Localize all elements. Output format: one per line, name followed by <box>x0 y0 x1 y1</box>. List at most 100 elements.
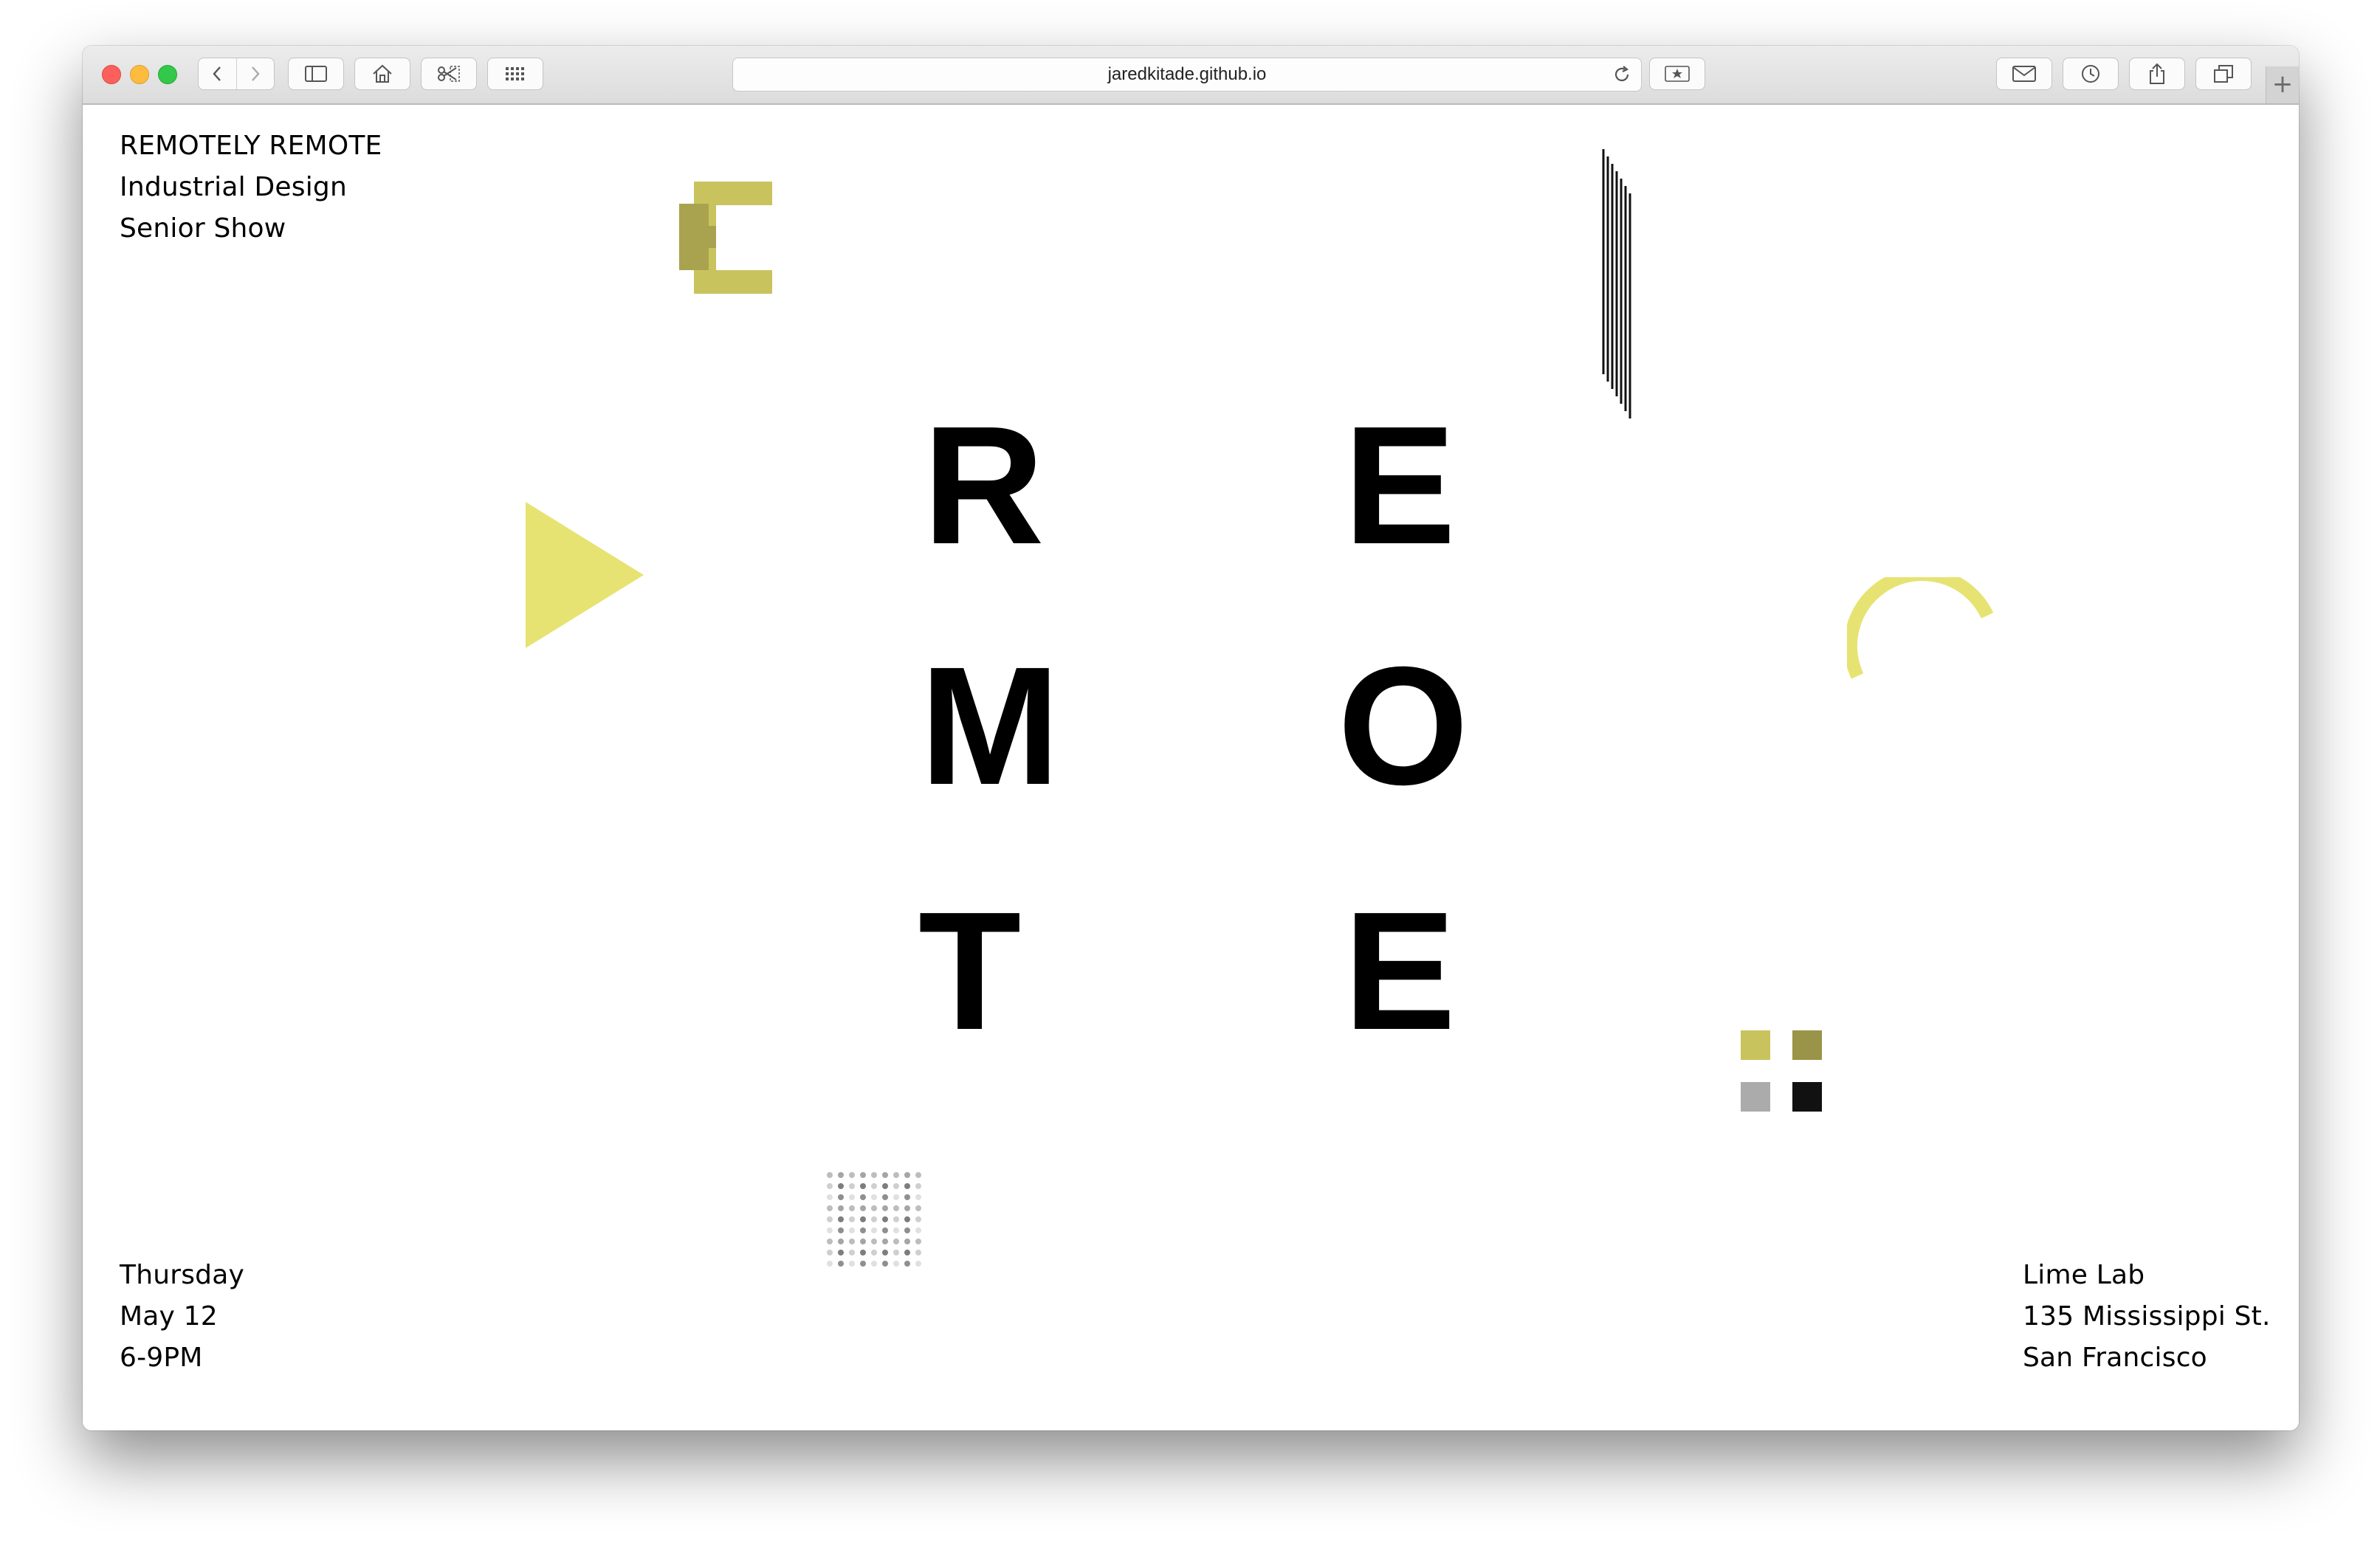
grid-dot <box>838 1250 844 1256</box>
grid-dot <box>860 1183 866 1189</box>
tabs-overview-button[interactable] <box>2195 58 2252 90</box>
browser-toolbar: jaredkitade.github.io + <box>83 46 2299 105</box>
letter-e-top: E <box>1344 392 1456 579</box>
sidebar-icon <box>305 66 327 82</box>
grid-dot <box>871 1183 877 1189</box>
grid-icon <box>506 67 524 80</box>
grid-dot <box>849 1194 855 1200</box>
grid-dot <box>904 1250 910 1256</box>
event-date: May 12 <box>120 1301 218 1332</box>
grid-dot <box>849 1250 855 1256</box>
letter-o: O <box>1338 633 1469 820</box>
grid-dot <box>871 1227 877 1233</box>
close-window-button[interactable] <box>102 65 121 84</box>
grid-dot <box>904 1261 910 1267</box>
letter-t: T <box>918 878 1022 1065</box>
grid-dot <box>904 1216 910 1222</box>
grid-dot <box>838 1172 844 1178</box>
grid-dot <box>838 1227 844 1233</box>
grid-dot <box>893 1250 899 1256</box>
grid-dot <box>882 1261 888 1267</box>
new-tab-button[interactable]: + <box>2266 66 2299 103</box>
grid-dot <box>827 1239 833 1244</box>
event-day: Thursday <box>120 1260 244 1290</box>
grid-dot <box>882 1250 888 1256</box>
triangle-shape <box>526 502 644 648</box>
grid-dot <box>893 1239 899 1244</box>
show-title-block: REMOTELY REMOTE Industrial Design Senior… <box>120 125 382 249</box>
four-squares-shape <box>1741 1030 1822 1112</box>
show-title: REMOTELY REMOTE <box>120 131 382 161</box>
grid-dot <box>849 1172 855 1178</box>
grid-dot <box>871 1205 877 1211</box>
chevron-right-icon <box>251 66 260 81</box>
grid-dot <box>827 1261 833 1267</box>
forward-button[interactable] <box>235 58 275 89</box>
grid-dot <box>893 1216 899 1222</box>
grid-dot <box>860 1172 866 1178</box>
venue-name: Lime Lab <box>2023 1260 2145 1290</box>
grid-dot <box>893 1261 899 1267</box>
grid-dot <box>915 1183 921 1189</box>
grid-dot <box>915 1250 921 1256</box>
bookmark-icon <box>1665 66 1690 82</box>
letter-r: R <box>923 392 1045 579</box>
grid-dot <box>871 1216 877 1222</box>
grid-dot <box>904 1227 910 1233</box>
top-sites-button[interactable] <box>487 58 543 90</box>
grid-dot <box>904 1172 910 1178</box>
grid-dot <box>871 1194 877 1200</box>
grid-dot <box>838 1216 844 1222</box>
chevron-left-icon <box>213 66 221 81</box>
event-time: 6-9PM <box>120 1343 203 1373</box>
grid-dot <box>860 1261 866 1267</box>
clip-icon <box>438 66 460 82</box>
grid-dot <box>882 1194 888 1200</box>
sidebar-button[interactable] <box>288 58 344 90</box>
reader-button[interactable] <box>1649 58 1705 90</box>
grid-dot <box>882 1183 888 1189</box>
grid-dot <box>849 1216 855 1222</box>
grid-dot <box>827 1227 833 1233</box>
back-button[interactable] <box>199 58 236 89</box>
grid-dot <box>882 1172 888 1178</box>
grid-dot <box>860 1205 866 1211</box>
letter-m: M <box>920 633 1060 820</box>
grid-dot <box>838 1261 844 1267</box>
history-button[interactable] <box>2063 58 2119 90</box>
grid-dot <box>827 1172 833 1178</box>
grid-dot <box>871 1239 877 1244</box>
grid-dot <box>893 1205 899 1211</box>
grid-dot <box>915 1205 921 1211</box>
grid-dot <box>915 1239 921 1244</box>
grid-dot <box>882 1205 888 1211</box>
minimize-window-button[interactable] <box>130 65 149 84</box>
pixel-bracket-shape <box>679 182 772 294</box>
grid-dot <box>860 1239 866 1244</box>
grid-dot <box>904 1194 910 1200</box>
grid-dot <box>882 1216 888 1222</box>
home-button[interactable] <box>354 58 410 90</box>
grid-dot <box>904 1205 910 1211</box>
mail-icon <box>2012 66 2036 82</box>
grid-dot <box>849 1261 855 1267</box>
grid-dot <box>838 1205 844 1211</box>
show-subtitle: Senior Show <box>120 213 286 244</box>
grid-dot <box>849 1205 855 1211</box>
arc-shape <box>1847 577 1994 679</box>
web-page: REMOTELY REMOTE Industrial Design Senior… <box>83 105 2299 1430</box>
grid-dot <box>915 1172 921 1178</box>
maximize-window-button[interactable] <box>158 65 177 84</box>
clip-button[interactable] <box>421 58 477 90</box>
venue-street: 135 Mississippi St. <box>2023 1301 2271 1332</box>
grid-dot <box>904 1239 910 1244</box>
reload-icon[interactable] <box>1612 64 1632 85</box>
grid-dot <box>838 1194 844 1200</box>
grid-dot <box>849 1239 855 1244</box>
share-button[interactable] <box>2129 58 2185 90</box>
mail-button[interactable] <box>1996 58 2052 90</box>
grid-dot <box>838 1239 844 1244</box>
grid-dot <box>860 1250 866 1256</box>
grid-dot <box>871 1261 877 1267</box>
address-bar[interactable]: jaredkitade.github.io <box>732 58 1642 92</box>
